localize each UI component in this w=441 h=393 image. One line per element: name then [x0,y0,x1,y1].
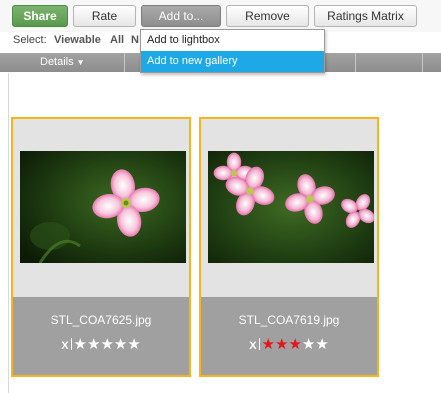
remove-button[interactable]: Remove [226,5,309,27]
file-name: STL_COA7619.jpg [238,313,340,327]
star-icon[interactable]: ★ [74,336,87,353]
reject-x-icon[interactable]: X [61,340,68,352]
add-to-button[interactable]: Add to... [141,5,221,27]
star-icon[interactable]: ★ [288,336,301,353]
column-divider [355,53,356,72]
rating-separator [258,338,260,350]
details-column-header[interactable]: Details ▼ [40,56,85,68]
star-icon[interactable]: ★ [302,336,315,353]
star-icon[interactable]: ★ [114,336,127,353]
toolbar: Share Rate Add to... Remove Ratings Matr… [0,0,441,32]
select-label: Select: [13,34,47,46]
ratings-matrix-button[interactable]: Ratings Matrix [314,5,417,27]
select-none-link[interactable]: N [131,34,139,46]
details-label: Details [40,56,74,68]
star-icon[interactable]: ★ [262,336,275,353]
star-icon[interactable]: ★ [315,336,328,353]
star-icon[interactable]: ★ [100,336,113,353]
select-all-link[interactable]: All [110,34,124,46]
star-rating[interactable]: X ★★★★★ [13,337,189,354]
file-name: STL_COA7625.jpg [50,313,152,327]
card-footer: STL_COA7619.jpg X ★★★★★ [201,297,377,375]
select-viewable-link[interactable]: Viewable [54,34,101,46]
card-footer: STL_COA7625.jpg X ★★★★★ [13,297,189,375]
rate-button[interactable]: Rate [73,5,136,27]
star-icon[interactable]: ★ [87,336,100,353]
menu-item-add-to-new-gallery[interactable]: Add to new gallery [141,51,324,72]
column-divider [124,53,125,72]
star-icon[interactable]: ★ [275,336,288,353]
caret-down-icon: ▼ [76,58,85,67]
menu-item-add-to-lightbox[interactable]: Add to lightbox [141,30,324,51]
image-card[interactable]: STL_COA7619.jpg X ★★★★★ [199,117,379,377]
column-divider [422,53,423,72]
star-rating[interactable]: X ★★★★★ [201,337,377,354]
reject-x-icon[interactable]: X [249,340,256,352]
add-to-menu: Add to lightbox Add to new gallery [140,29,325,73]
photo-thumbnail [208,151,374,263]
rating-separator [70,338,72,350]
image-card[interactable]: STL_COA7625.jpg X ★★★★★ [11,117,191,377]
share-button[interactable]: Share [12,5,68,27]
star-icon[interactable]: ★ [127,336,140,353]
photo-thumbnail [20,151,186,263]
